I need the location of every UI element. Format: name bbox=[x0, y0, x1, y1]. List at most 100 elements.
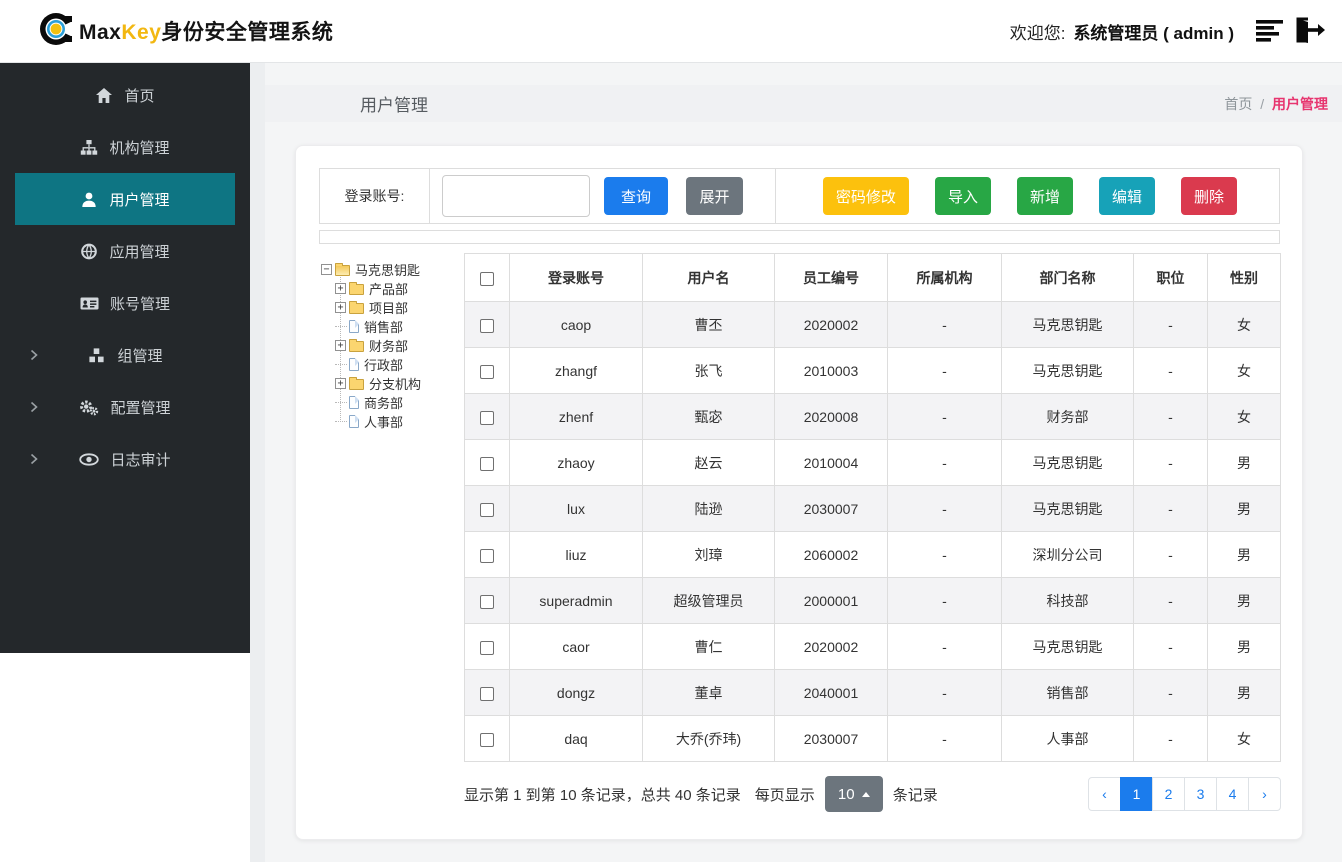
row-checkbox[interactable] bbox=[480, 410, 494, 425]
table-cell: 2020002 bbox=[774, 301, 888, 348]
row-checkbox[interactable] bbox=[480, 686, 494, 701]
edit-button[interactable]: 编辑 bbox=[1098, 177, 1155, 215]
tree-node-label[interactable]: 分支机构 bbox=[369, 374, 421, 393]
tree-node-label[interactable]: 销售部 bbox=[364, 317, 403, 336]
table-row[interactable]: caor 曹仁 2020002- 马克思钥匙 - 男 bbox=[464, 623, 1281, 670]
table-row[interactable]: caop 曹丕 2020002- 马克思钥匙 - 女 bbox=[464, 301, 1281, 348]
collapse-icon[interactable]: − bbox=[321, 264, 332, 275]
idcard-icon bbox=[80, 295, 99, 312]
tree-connector bbox=[335, 421, 347, 422]
content-row: − 马克思钥匙 + 产品部 + 项目部 销售部 + 财务部 行政部 + 分支机构 商务部 人事部 登录账号… bbox=[319, 253, 1281, 812]
page-button-3[interactable]: 3 bbox=[1184, 777, 1217, 811]
table-cell: 科技部 bbox=[1001, 577, 1134, 624]
query-button[interactable]: 查询 bbox=[604, 177, 668, 215]
content-card: 登录账号: 查询 展开 密码修改 导入 新增 编辑 删除 − 马克思钥匙 + 产品部 + 项目部销… bbox=[295, 145, 1303, 840]
row-checkbox[interactable] bbox=[480, 364, 494, 379]
page-size-select[interactable]: 10 bbox=[824, 776, 883, 812]
column-header: 所属机构 bbox=[887, 253, 1002, 302]
table-row[interactable]: superadmin 超级管理员 2000001- 科技部 - 男 bbox=[464, 577, 1281, 624]
sidebar-item-config[interactable]: 配置管理 bbox=[0, 381, 250, 433]
table-row[interactable]: dongz 董卓 2040001- 销售部 - 男 bbox=[464, 669, 1281, 716]
table-cell: 女 bbox=[1207, 347, 1281, 394]
tree-node[interactable]: 人事部 bbox=[319, 412, 464, 431]
tree-node-label[interactable]: 项目部 bbox=[369, 298, 408, 317]
sidebar-item-user[interactable]: 用户管理 bbox=[15, 173, 235, 225]
tree-node-label[interactable]: 行政部 bbox=[364, 355, 403, 374]
row-checkbox[interactable] bbox=[480, 548, 494, 563]
row-checkbox[interactable] bbox=[480, 502, 494, 517]
page-button-2[interactable]: 2 bbox=[1152, 777, 1185, 811]
menu-list-icon[interactable] bbox=[1256, 18, 1286, 44]
table-cell: 男 bbox=[1207, 669, 1281, 716]
prev-page-button[interactable]: ‹ bbox=[1088, 777, 1121, 811]
expand-icon[interactable]: + bbox=[335, 378, 346, 389]
tree-node-label[interactable]: 马克思钥匙 bbox=[355, 260, 420, 279]
table-row[interactable]: zhenf 甄宓 2020008- 财务部 - 女 bbox=[464, 393, 1281, 440]
pager: ‹ 1 2 3 4 › bbox=[1088, 777, 1281, 811]
table-row[interactable]: liuz 刘璋 2060002- 深圳分公司 - 男 bbox=[464, 531, 1281, 578]
expand-icon[interactable]: + bbox=[335, 340, 346, 351]
tree-node[interactable]: 行政部 bbox=[319, 355, 464, 374]
logout-icon[interactable] bbox=[1292, 16, 1326, 46]
tree-node-label[interactable]: 产品部 bbox=[369, 279, 408, 298]
expand-icon[interactable]: + bbox=[335, 302, 346, 313]
table-cell: caor bbox=[509, 623, 643, 670]
row-checkbox[interactable] bbox=[480, 732, 494, 747]
select-all-checkbox[interactable] bbox=[480, 271, 494, 286]
table-cell: 男 bbox=[1207, 623, 1281, 670]
home-icon bbox=[95, 87, 113, 104]
table-cell: 马克思钥匙 bbox=[1001, 347, 1134, 394]
brand-logo[interactable]: MaxKey身份安全管理系统 bbox=[36, 9, 333, 54]
table-row[interactable]: lux 陆逊 2030007- 马克思钥匙 - 男 bbox=[464, 485, 1281, 532]
tree-node[interactable]: 商务部 bbox=[319, 393, 464, 412]
table-row[interactable]: daq 大乔(乔玮) 2030007- 人事部 - 女 bbox=[464, 715, 1281, 762]
expand-icon[interactable]: + bbox=[335, 283, 346, 294]
tree-node[interactable]: + 产品部 bbox=[319, 279, 464, 298]
tree-node[interactable]: + 分支机构 bbox=[319, 374, 464, 393]
row-checkbox[interactable] bbox=[480, 640, 494, 655]
table-row[interactable]: zhangf 张飞 2010003- 马克思钥匙 - 女 bbox=[464, 347, 1281, 394]
sidebar-item-account[interactable]: 账号管理 bbox=[0, 277, 250, 329]
login-account-input[interactable] bbox=[442, 175, 590, 217]
tree-node[interactable]: 销售部 bbox=[319, 317, 464, 336]
add-button[interactable]: 新增 bbox=[1016, 177, 1073, 215]
expand-button[interactable]: 展开 bbox=[686, 177, 743, 215]
next-page-button[interactable]: › bbox=[1248, 777, 1281, 811]
tree-children: + 产品部 + 项目部 销售部 + 财务部 行政部 + 分支机构 商务部 人事部 bbox=[319, 277, 464, 431]
table-cell: 男 bbox=[1207, 485, 1281, 532]
page-title: 用户管理 bbox=[360, 96, 428, 115]
table-cell: 男 bbox=[1207, 531, 1281, 578]
tree-node-label[interactable]: 财务部 bbox=[369, 336, 408, 355]
page-button-1[interactable]: 1 bbox=[1120, 777, 1153, 811]
sitemap-icon bbox=[80, 139, 98, 156]
sidebar-item-home[interactable]: 首页 bbox=[0, 69, 250, 121]
table-header-row: 登录账号 用户名 员工编号 所属机构 部门名称 职位 性别 bbox=[464, 253, 1281, 302]
search-toolbar: 登录账号: 查询 展开 密码修改 导入 新增 编辑 删除 bbox=[319, 168, 1280, 224]
password-button[interactable]: 密码修改 bbox=[822, 177, 909, 215]
table-cell: 赵云 bbox=[642, 439, 775, 486]
table-cell: 刘璋 bbox=[642, 531, 775, 578]
tree-node-label[interactable]: 人事部 bbox=[364, 412, 403, 431]
table-row[interactable]: zhaoy 赵云 2010004- 马克思钥匙 - 男 bbox=[464, 439, 1281, 486]
tree-node-label[interactable]: 商务部 bbox=[364, 393, 403, 412]
sidebar-item-org[interactable]: 机构管理 bbox=[0, 121, 250, 173]
row-checkbox[interactable] bbox=[480, 594, 494, 609]
sidebar-item-group[interactable]: 组管理 bbox=[0, 329, 250, 381]
import-button[interactable]: 导入 bbox=[934, 177, 991, 215]
sidebar-item-app[interactable]: 应用管理 bbox=[0, 225, 250, 277]
table-cell: 财务部 bbox=[1001, 393, 1134, 440]
tree-node[interactable]: + 项目部 bbox=[319, 298, 464, 317]
file-icon bbox=[349, 415, 359, 428]
folder-open-icon bbox=[335, 263, 350, 276]
table-cell: 女 bbox=[1207, 393, 1281, 440]
row-checkbox[interactable] bbox=[480, 456, 494, 471]
delete-button[interactable]: 删除 bbox=[1180, 177, 1237, 215]
breadcrumb-home-link[interactable]: 首页 bbox=[1224, 96, 1252, 112]
table-cell: - bbox=[887, 439, 1002, 486]
tree-node[interactable]: + 财务部 bbox=[319, 336, 464, 355]
table-cell: - bbox=[887, 623, 1002, 670]
row-checkbox[interactable] bbox=[480, 318, 494, 333]
sidebar-item-audit[interactable]: 日志审计 bbox=[0, 433, 250, 485]
table-cell: - bbox=[1133, 715, 1208, 762]
page-button-4[interactable]: 4 bbox=[1216, 777, 1249, 811]
